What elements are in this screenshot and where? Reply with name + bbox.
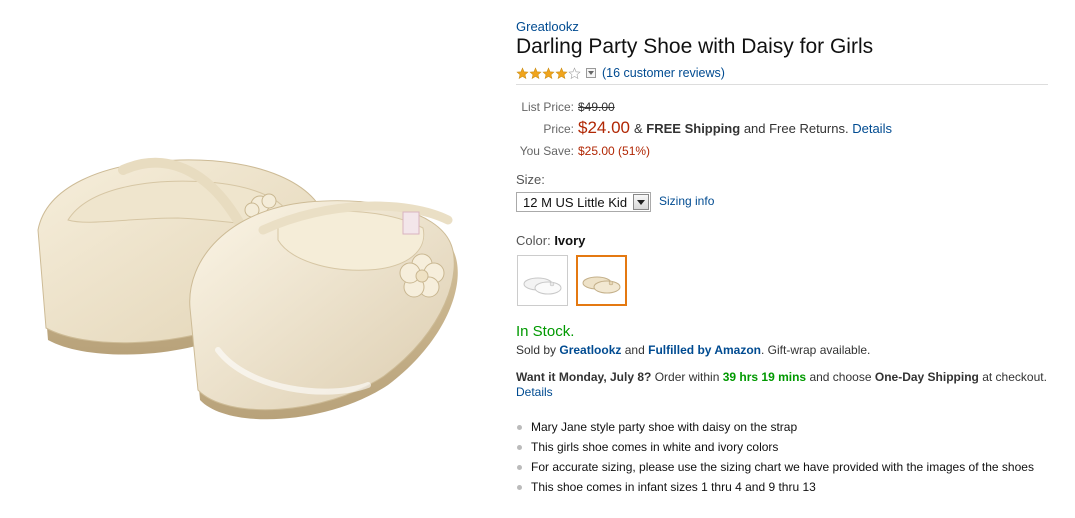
color-label: Color:: [516, 233, 551, 248]
list-item: This shoe comes in infant sizes 1 thru 4…: [516, 480, 1034, 500]
you-save-value: $25.00 (51%): [578, 144, 651, 158]
rating-row: (16 customer reviews): [516, 65, 725, 81]
list-price-row: List Price: $49.00: [516, 100, 615, 114]
size-select[interactable]: 12 M US Little Kid: [516, 192, 651, 212]
choose-text: and choose: [809, 370, 872, 384]
sold-by-prefix: Sold by: [516, 343, 557, 357]
shipping-info: & FREE Shipping and Free Returns. Detail…: [634, 121, 892, 136]
seller-link[interactable]: Greatlookz: [559, 343, 621, 357]
brand-link[interactable]: Greatlookz: [516, 19, 579, 34]
star-icon: [542, 66, 555, 80]
free-returns-text: and Free Returns.: [743, 121, 849, 136]
price-row: Price: $24.00 & FREE Shipping and Free R…: [516, 118, 892, 138]
rating-dropdown-icon[interactable]: [586, 68, 596, 78]
color-swatch-ivory[interactable]: [576, 255, 627, 306]
color-selected-value: Ivory: [554, 233, 586, 248]
shipping-amp: &: [634, 121, 643, 136]
star-empty-icon: [568, 66, 581, 80]
color-swatch-white[interactable]: [517, 255, 568, 306]
sizing-info-link[interactable]: Sizing info: [659, 194, 714, 208]
in-stock-status: In Stock.: [516, 323, 575, 340]
product-image[interactable]: [28, 100, 478, 430]
list-item: For accurate sizing, please use the sizi…: [516, 460, 1034, 480]
star-icon: [516, 66, 529, 80]
list-price-value: $49.00: [578, 100, 615, 114]
size-label: Size:: [516, 172, 545, 187]
list-item: This girls shoe comes in white and ivory…: [516, 440, 1034, 460]
at-checkout-text: at checkout.: [982, 370, 1047, 384]
star-icon: [529, 66, 542, 80]
delivery-line: Want it Monday, July 8? Order within 39 …: [516, 370, 1047, 384]
price-value: $24.00: [578, 118, 630, 137]
list-item: Mary Jane style party shoe with daisy on…: [516, 420, 1034, 440]
price-label: Price:: [543, 122, 574, 136]
feature-bullets: Mary Jane style party shoe with daisy on…: [516, 420, 1034, 500]
color-row: Color: Ivory: [516, 233, 585, 248]
sold-by-line: Sold by Greatlookz and Fulfilled by Amaz…: [516, 343, 870, 357]
countdown-text: 39 hrs 19 mins: [722, 370, 807, 384]
list-price-label: List Price:: [521, 100, 574, 114]
customer-reviews-link[interactable]: (16 customer reviews): [602, 66, 725, 80]
divider: [516, 84, 1048, 85]
shipping-details-link[interactable]: Details: [852, 121, 892, 136]
free-shipping-text: FREE Shipping: [646, 121, 741, 136]
product-title: Darling Party Shoe with Daisy for Girls: [516, 35, 874, 58]
want-it-text: Want it Monday, July 8?: [516, 370, 652, 384]
gift-wrap-text: . Gift-wrap available.: [761, 343, 871, 357]
delivery-details-link[interactable]: Details: [516, 385, 553, 399]
fulfilled-by-amazon-link[interactable]: Fulfilled by Amazon: [648, 343, 761, 357]
star-rating[interactable]: [516, 66, 581, 80]
order-within-text: Order within: [654, 370, 720, 384]
size-selected-value: 12 M US Little Kid: [523, 194, 628, 210]
sold-by-and: and: [624, 343, 645, 357]
one-day-shipping-text: One-Day Shipping: [874, 370, 979, 384]
dropdown-arrow-icon[interactable]: [633, 194, 649, 210]
you-save-label: You Save:: [519, 144, 574, 158]
star-icon: [555, 66, 568, 80]
you-save-row: You Save: $25.00 (51%): [516, 144, 650, 158]
